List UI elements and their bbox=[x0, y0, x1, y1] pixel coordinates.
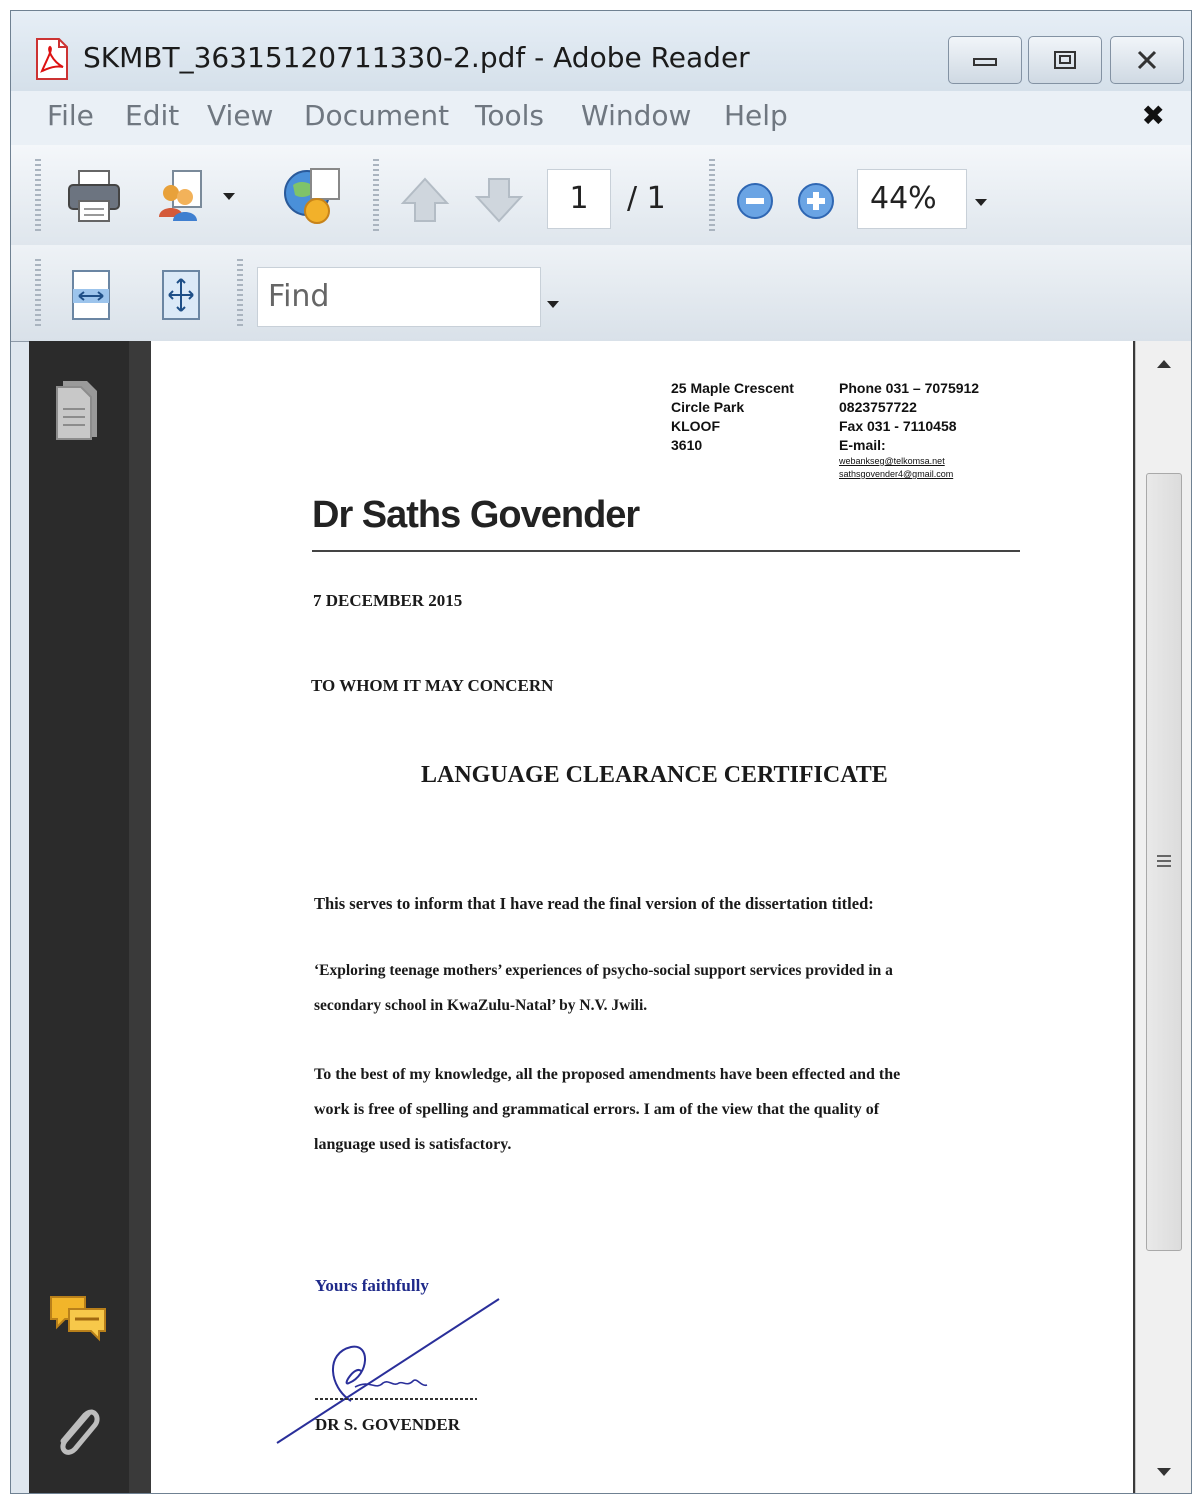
email-link[interactable]: sathsgovender4@gmail.com bbox=[839, 468, 979, 481]
title-bar: SKMBT_36315120711330-2.pdf - Adobe Reade… bbox=[11, 11, 1191, 91]
minimize-button[interactable] bbox=[948, 36, 1022, 84]
scroll-up-icon[interactable] bbox=[1156, 359, 1172, 369]
body-paragraph-line: work is free of spelling and grammatical… bbox=[314, 1101, 880, 1118]
close-icon bbox=[1137, 50, 1157, 70]
pages-icon[interactable] bbox=[53, 377, 101, 445]
menu-file[interactable]: File bbox=[47, 99, 94, 132]
share-dropdown-caret[interactable] bbox=[223, 193, 235, 200]
restore-button[interactable] bbox=[1028, 36, 1102, 84]
menu-bar: File Edit View Document Tools Window Hel… bbox=[11, 91, 1191, 146]
zoom-in-icon[interactable] bbox=[796, 181, 836, 225]
address-line: 3610 bbox=[671, 437, 703, 453]
restore-icon bbox=[1054, 51, 1076, 69]
toolbar-grip[interactable] bbox=[237, 259, 243, 329]
scroll-down-icon[interactable] bbox=[1156, 1467, 1172, 1477]
previous-page-icon[interactable] bbox=[399, 175, 451, 229]
dissertation-title-line: ‘Exploring teenage mothers’ experiences … bbox=[314, 962, 893, 979]
toolbar-grip[interactable] bbox=[373, 159, 379, 231]
contact-line: Fax 031 - 7110458 bbox=[839, 418, 957, 434]
vertical-scrollbar[interactable] bbox=[1135, 341, 1191, 1493]
address-line: KLOOF bbox=[671, 418, 720, 434]
zoom-level-input[interactable]: 44% bbox=[857, 169, 967, 229]
contact-line: E-mail: bbox=[839, 437, 886, 453]
attachments-icon[interactable] bbox=[49, 1401, 105, 1471]
certificate-heading: LANGUAGE CLEARANCE CERTIFICATE bbox=[421, 762, 888, 788]
address-line: 25 Maple Crescent bbox=[671, 380, 794, 396]
fit-width-icon[interactable] bbox=[69, 267, 113, 327]
zoom-dropdown-caret[interactable] bbox=[975, 199, 987, 206]
letter-salutation: TO WHOM IT MAY CONCERN bbox=[311, 676, 554, 695]
letterhead-name: Dr Saths Govender bbox=[312, 494, 640, 536]
scrollbar-thumb[interactable] bbox=[1146, 473, 1182, 1251]
toolbar-grip[interactable] bbox=[35, 159, 41, 231]
adobe-reader-window: SKMBT_36315120711330-2.pdf - Adobe Reade… bbox=[10, 10, 1192, 1494]
window-title: SKMBT_36315120711330-2.pdf - Adobe Reade… bbox=[83, 41, 750, 74]
pdf-file-icon bbox=[33, 37, 71, 81]
address-line: Circle Park bbox=[671, 399, 745, 415]
menu-window[interactable]: Window bbox=[581, 99, 691, 132]
print-icon[interactable] bbox=[65, 167, 123, 229]
secondary-toolbar: Find bbox=[11, 245, 1191, 342]
signatory-name: DR S. GOVENDER bbox=[315, 1415, 460, 1434]
body-paragraph-line: language used is satisfactory. bbox=[314, 1136, 512, 1153]
menu-view[interactable]: View bbox=[207, 99, 273, 132]
comments-icon[interactable] bbox=[47, 1293, 109, 1349]
grip-icon bbox=[1157, 855, 1171, 867]
contact-line: Phone 031 – 7075912 bbox=[839, 380, 980, 396]
letterhead-address: 25 Maple Crescent Circle Park KLOOF 3610 bbox=[671, 379, 794, 455]
minimize-icon bbox=[973, 58, 997, 66]
find-input[interactable]: Find bbox=[257, 267, 541, 327]
menu-document[interactable]: Document bbox=[304, 99, 449, 132]
menu-edit[interactable]: Edit bbox=[125, 99, 179, 132]
next-page-icon[interactable] bbox=[473, 175, 525, 229]
fit-page-icon[interactable] bbox=[159, 267, 203, 327]
letter-date: 7 DECEMBER 2015 bbox=[313, 591, 463, 610]
close-button[interactable] bbox=[1110, 36, 1184, 84]
toolbar-grip[interactable] bbox=[709, 159, 715, 231]
contact-line: 0823757722 bbox=[839, 399, 917, 415]
close-document-icon[interactable]: ✖ bbox=[1142, 99, 1165, 132]
main-toolbar: 1 / 1 44% bbox=[11, 145, 1191, 246]
share-icon[interactable] bbox=[153, 167, 215, 229]
navigation-pane bbox=[29, 341, 129, 1493]
toolbar-grip[interactable] bbox=[35, 259, 41, 329]
collaborate-icon[interactable] bbox=[281, 165, 347, 233]
letterhead-contact: Phone 031 – 7075912 0823757722 Fax 031 -… bbox=[839, 379, 979, 481]
menu-help[interactable]: Help bbox=[724, 99, 788, 132]
letterhead-divider bbox=[312, 550, 1020, 552]
pdf-page: 25 Maple Crescent Circle Park KLOOF 3610… bbox=[151, 341, 1133, 1493]
body-paragraph: This serves to inform that I have read t… bbox=[314, 894, 874, 913]
menu-tools[interactable]: Tools bbox=[475, 99, 544, 132]
page-total-label: / 1 bbox=[627, 181, 666, 216]
dissertation-title-line: secondary school in KwaZulu-Natal’ by N.… bbox=[314, 997, 648, 1014]
email-link[interactable]: webankseg@telkomsa.net bbox=[839, 455, 979, 468]
zoom-out-icon[interactable] bbox=[735, 181, 775, 225]
find-dropdown-caret[interactable] bbox=[547, 301, 559, 308]
body-paragraph-line: To the best of my knowledge, all the pro… bbox=[314, 1066, 901, 1083]
page-number-input[interactable]: 1 bbox=[547, 169, 611, 229]
